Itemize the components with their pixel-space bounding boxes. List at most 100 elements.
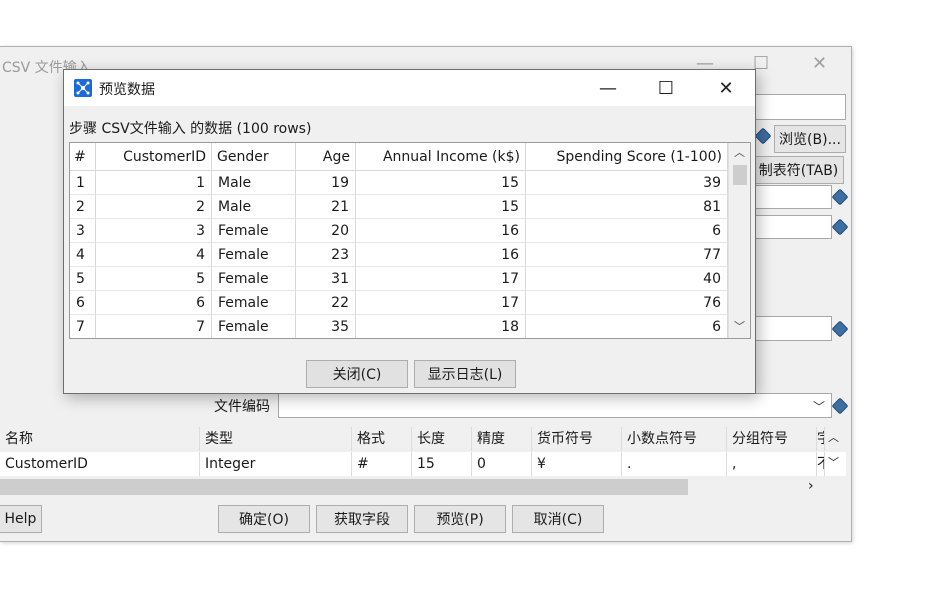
annual-income-cell[interactable]: 15: [356, 171, 526, 195]
column-header-grouping[interactable]: 分组符号: [727, 427, 817, 451]
column-header-spending-score[interactable]: Spending Score (1-100): [526, 143, 728, 171]
age-cell[interactable]: 35: [296, 315, 356, 338]
age-cell[interactable]: 20: [296, 219, 356, 243]
spending-score-cell[interactable]: 76: [526, 291, 728, 315]
ok-button[interactable]: 确定(O): [218, 505, 310, 533]
table-row[interactable]: CustomerID Integer # 15 0 ¥ . , 不 ﹀: [0, 452, 846, 476]
customerid-cell[interactable]: 2: [96, 195, 212, 219]
column-header-gender[interactable]: Gender: [212, 143, 296, 171]
gender-cell[interactable]: Male: [212, 195, 296, 219]
enclosure-field[interactable]: [755, 185, 832, 209]
field-type-cell[interactable]: Integer: [200, 452, 352, 476]
spending-score-cell[interactable]: 81: [526, 195, 728, 219]
field-precision-cell[interactable]: 0: [472, 452, 532, 476]
chevron-down-icon[interactable]: ﹀: [729, 318, 750, 336]
spending-score-cell[interactable]: 40: [526, 267, 728, 291]
customerid-cell[interactable]: 6: [96, 291, 212, 315]
close-button[interactable]: 关闭(C): [306, 360, 408, 388]
close-icon[interactable]: ✕: [706, 76, 746, 100]
annual-income-cell[interactable]: 16: [356, 243, 526, 267]
age-cell[interactable]: 31: [296, 267, 356, 291]
table-row[interactable]: 4 4 Female 23 16 77: [70, 243, 728, 267]
chevron-up-icon[interactable]: ︿: [729, 144, 750, 162]
customerid-cell[interactable]: 7: [96, 315, 212, 338]
column-header-type[interactable]: 类型: [200, 427, 352, 451]
maximize-icon[interactable]: ☐: [646, 76, 686, 100]
tab-delimiter-button[interactable]: 制表符(TAB): [753, 156, 844, 184]
field-currency-cell[interactable]: ¥: [532, 452, 622, 476]
minimize-icon[interactable]: —: [588, 76, 628, 100]
annual-income-cell[interactable]: 18: [356, 315, 526, 338]
age-cell[interactable]: 22: [296, 291, 356, 315]
chevron-down-icon[interactable]: ﹀: [828, 454, 839, 470]
customerid-cell[interactable]: 3: [96, 219, 212, 243]
spending-score-cell[interactable]: 77: [526, 243, 728, 267]
table-row[interactable]: 6 6 Female 22 17 76: [70, 291, 728, 315]
age-cell[interactable]: 21: [296, 195, 356, 219]
preview-button[interactable]: 预览(P): [414, 505, 506, 533]
table-row[interactable]: 2 2 Male 21 15 81: [70, 195, 728, 219]
column-header-rownum[interactable]: #: [70, 143, 96, 171]
dialog-title: 预览数据: [99, 82, 155, 98]
column-header-trim[interactable]: 字: [817, 427, 825, 451]
spending-score-cell[interactable]: 39: [526, 171, 728, 195]
column-header-currency[interactable]: 货币符号: [532, 427, 622, 451]
get-fields-button[interactable]: 获取字段: [316, 505, 408, 533]
customerid-cell[interactable]: 5: [96, 267, 212, 291]
column-header-annual-income[interactable]: Annual Income (k$): [356, 143, 526, 171]
filename-field[interactable]: [755, 94, 846, 120]
annual-income-cell[interactable]: 16: [356, 219, 526, 243]
gender-cell[interactable]: Female: [212, 315, 296, 338]
chevron-down-icon: ﹀: [812, 400, 825, 414]
gender-cell[interactable]: Female: [212, 219, 296, 243]
dialog-titlebar[interactable]: 预览数据 — ☐ ✕: [64, 70, 755, 106]
row-number-cell: 4: [70, 243, 96, 267]
annual-income-cell[interactable]: 17: [356, 291, 526, 315]
table-row[interactable]: 7 7 Female 35 18 6: [70, 315, 728, 338]
annual-income-cell[interactable]: 17: [356, 267, 526, 291]
age-cell[interactable]: 19: [296, 171, 356, 195]
spending-score-cell[interactable]: 6: [526, 315, 728, 338]
column-header-age[interactable]: Age: [296, 143, 356, 171]
field-decimal-cell[interactable]: .: [622, 452, 727, 476]
column-header-precision[interactable]: 精度: [472, 427, 532, 451]
gender-cell[interactable]: Female: [212, 267, 296, 291]
table-row[interactable]: 1 1 Male 19 15 39: [70, 171, 728, 195]
table-row[interactable]: 3 3 Female 20 16 6: [70, 219, 728, 243]
column-header-decimal[interactable]: 小数点符号: [622, 427, 727, 451]
column-header-name[interactable]: 名称: [0, 427, 200, 451]
annual-income-cell[interactable]: 15: [356, 195, 526, 219]
scrollbar-thumb[interactable]: [0, 479, 688, 495]
show-log-button[interactable]: 显示日志(L): [414, 360, 516, 388]
field-grouping-cell[interactable]: ,: [727, 452, 817, 476]
horizontal-scrollbar[interactable]: ›: [0, 478, 846, 496]
row-number-field[interactable]: [755, 316, 832, 341]
field-format-cell[interactable]: #: [352, 452, 412, 476]
scrollbar-thumb[interactable]: [733, 165, 747, 185]
gender-cell[interactable]: Female: [212, 291, 296, 315]
gender-cell[interactable]: Male: [212, 171, 296, 195]
age-cell[interactable]: 23: [296, 243, 356, 267]
file-encoding-label: 文件编码: [214, 399, 270, 415]
field-trim-cell[interactable]: 不: [817, 452, 825, 476]
customerid-cell[interactable]: 1: [96, 171, 212, 195]
vertical-scrollbar[interactable]: ︿ ﹀: [728, 143, 750, 338]
fields-grid-header: 名称 类型 格式 长度 精度 货币符号 小数点符号 分组符号 字 ︿: [0, 427, 846, 451]
chevron-up-icon[interactable]: ︿: [828, 429, 839, 445]
spending-score-cell[interactable]: 6: [526, 219, 728, 243]
customerid-cell[interactable]: 4: [96, 243, 212, 267]
file-encoding-select[interactable]: ﹀: [278, 393, 832, 418]
browse-button[interactable]: 浏览(B)...: [774, 125, 846, 153]
help-button[interactable]: Help: [0, 505, 42, 533]
field-name-cell[interactable]: CustomerID: [0, 452, 200, 476]
field-length-cell[interactable]: 15: [412, 452, 472, 476]
buffer-size-field[interactable]: [755, 215, 832, 239]
column-header-format[interactable]: 格式: [352, 427, 412, 451]
table-row[interactable]: 5 5 Female 31 17 40: [70, 267, 728, 291]
column-header-length[interactable]: 长度: [412, 427, 472, 451]
chevron-right-icon[interactable]: ›: [808, 478, 814, 494]
gender-cell[interactable]: Female: [212, 243, 296, 267]
cancel-button[interactable]: 取消(C): [512, 505, 604, 533]
column-header-customerid[interactable]: CustomerID: [96, 143, 212, 171]
close-icon[interactable]: ✕: [812, 53, 827, 74]
